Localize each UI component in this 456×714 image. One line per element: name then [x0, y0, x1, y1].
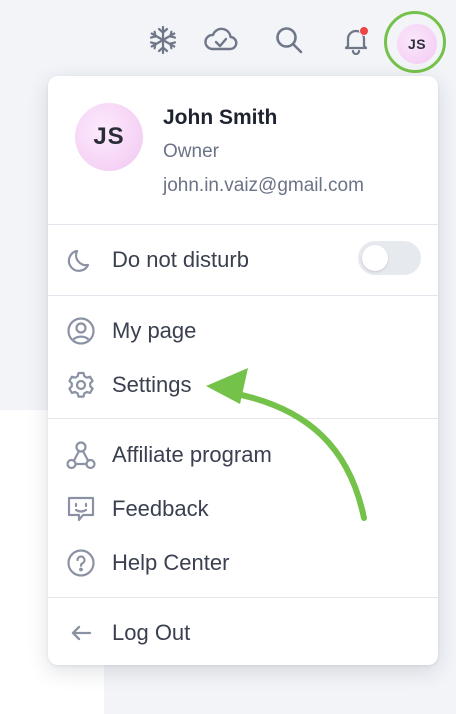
divider: [48, 597, 438, 598]
bell-icon[interactable]: [338, 22, 374, 58]
avatar-button[interactable]: JS: [397, 24, 437, 64]
feedback-label: Feedback: [112, 496, 209, 521]
profile-name: John Smith: [163, 106, 278, 129]
toggle-knob: [362, 245, 388, 271]
gear-icon: [64, 368, 98, 402]
menu-item-settings[interactable]: Settings: [48, 362, 438, 408]
log-out-label: Log Out: [112, 620, 191, 645]
affiliate-icon: [64, 438, 98, 472]
profile-initials: JS: [93, 123, 125, 150]
account-dropdown-menu: JS John Smith Owner john.in.vaiz@gmail.c…: [48, 76, 438, 665]
profile-email: john.in.vaiz@gmail.com: [163, 175, 364, 196]
help-icon: [64, 546, 98, 580]
do-not-disturb-toggle[interactable]: [358, 241, 421, 275]
arrow-left-icon: [64, 616, 98, 650]
profile-section: JS John Smith Owner john.in.vaiz@gmail.c…: [48, 76, 438, 224]
divider: [48, 295, 438, 296]
menu-item-my-page[interactable]: My page: [48, 308, 438, 354]
profile-role: Owner: [163, 141, 219, 162]
profile-avatar: JS: [75, 103, 143, 171]
settings-label: Settings: [112, 372, 192, 397]
menu-item-log-out[interactable]: Log Out: [48, 610, 438, 656]
snowflake-icon[interactable]: [145, 22, 181, 58]
menu-item-feedback[interactable]: Feedback: [48, 486, 438, 532]
notification-dot: [359, 26, 369, 36]
avatar-initials: JS: [407, 36, 427, 52]
moon-icon: [64, 243, 98, 277]
menu-item-affiliate-program[interactable]: Affiliate program: [48, 432, 438, 478]
divider: [48, 418, 438, 419]
feedback-icon: [64, 492, 98, 526]
menu-item-help-center[interactable]: Help Center: [48, 540, 438, 586]
search-icon[interactable]: [271, 22, 307, 58]
my-page-label: My page: [112, 318, 197, 343]
do-not-disturb-label: Do not disturb: [112, 247, 249, 272]
affiliate-program-label: Affiliate program: [112, 442, 272, 467]
help-center-label: Help Center: [112, 550, 230, 575]
cloud-check-icon[interactable]: [203, 22, 239, 58]
divider: [48, 224, 438, 225]
user-circle-icon: [64, 314, 98, 348]
